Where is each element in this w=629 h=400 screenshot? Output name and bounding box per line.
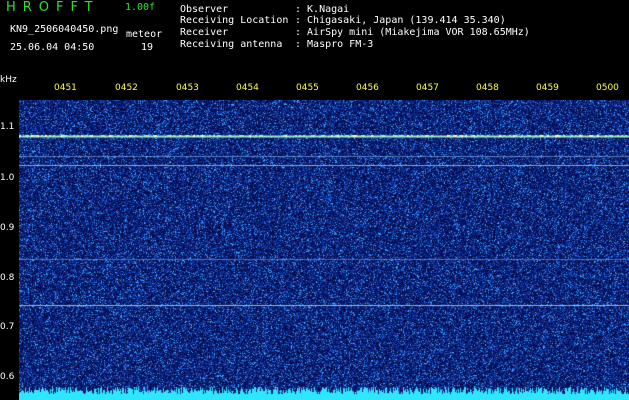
app-logo: HROFFT [6,0,100,15]
info-header: HROFFT 1.00f KN9_2506040450.png 25.06.04… [0,0,629,75]
y-tick-label: 0.9 [0,223,15,233]
time-tick-label: 0452 [115,83,138,93]
y-tick-label: 1.1 [0,122,15,132]
receiver-value: : AirSpy mini (Miakejima VOR 108.65MHz) [295,27,530,38]
time-tick-label: 0454 [236,83,259,93]
time-tick-label: 0451 [54,83,77,93]
waterfall-canvas [19,100,629,400]
file-name: KN9_2506040450.png [10,24,119,35]
time-tick-label: 0455 [296,83,319,93]
app-version: 1.00f [125,2,156,13]
time-tick-label: 0456 [356,83,379,93]
count-label: 19 [141,42,154,53]
y-tick-label: 0.7 [0,322,15,332]
time-tick-label: 0459 [536,83,559,93]
antenna-label: Receiving antenna [180,39,283,50]
y-tick-label: 0.8 [0,273,15,283]
antenna-value: : Maspro FM-3 [295,39,374,50]
y-tick-label: 1.0 [0,173,15,183]
spectrogram-panel: 0451 0452 0453 0454 0455 0456 0457 0458 … [19,75,629,400]
receiver-label: Receiver [180,27,229,38]
observer-value: : K.Nagai [295,4,350,15]
y-tick-label: 0.6 [0,372,15,382]
y-unit-label: kHz [0,75,17,85]
location-value: : Chigasaki, Japan (139.414 35.340) [295,15,506,26]
time-tick-label: 0500 [596,83,619,93]
time-tick-label: 0458 [476,83,499,93]
observer-label: Observer [180,4,229,15]
location-label: Receiving Location [180,15,289,26]
time-tick-label: 0457 [416,83,439,93]
time-axis: 0451 0452 0453 0454 0455 0456 0457 0458 … [19,75,629,100]
file-datetime: 25.06.04 04:50 [10,42,95,53]
time-tick-label: 0453 [176,83,199,93]
mode-label: meteor [126,29,163,40]
